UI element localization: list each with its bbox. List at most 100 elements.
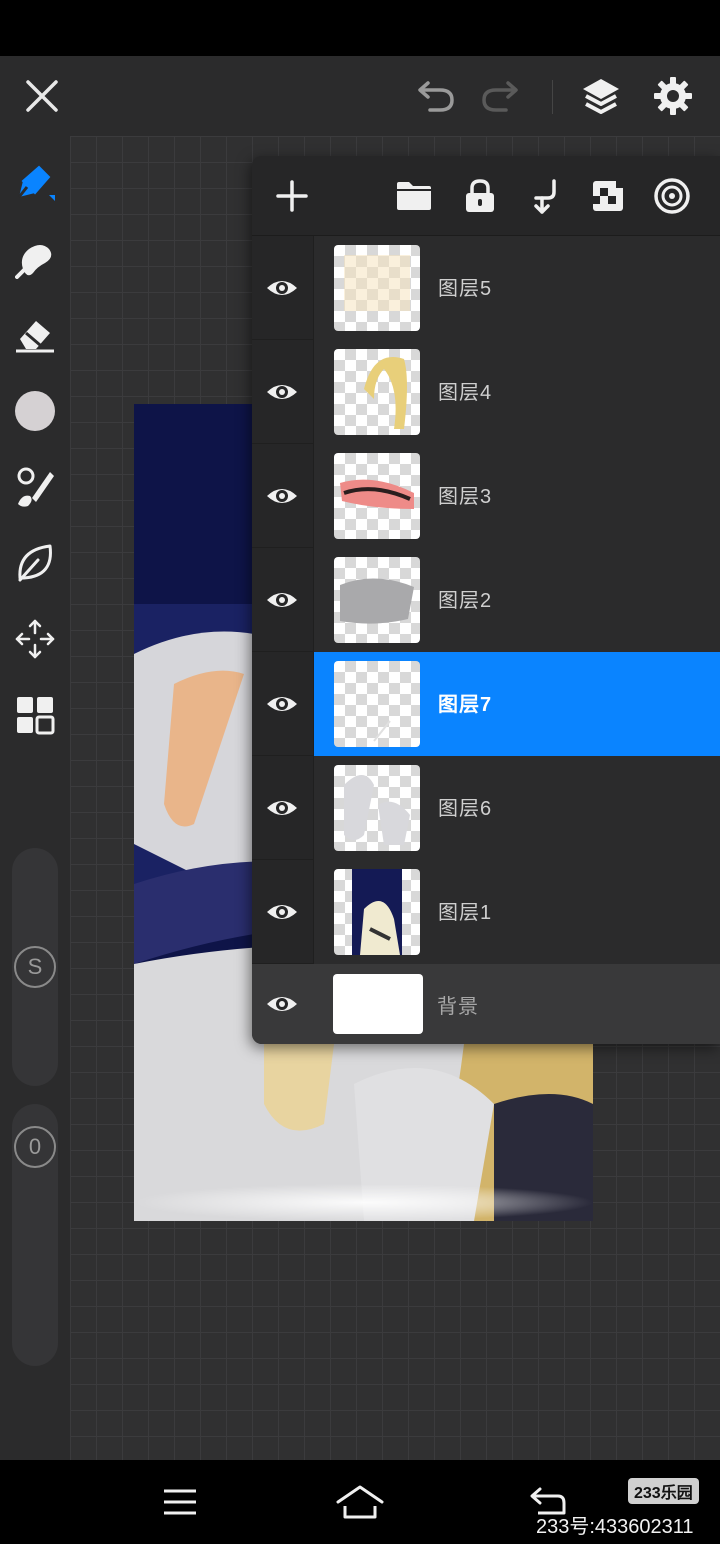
- add-layer-button[interactable]: [266, 170, 318, 222]
- pen-tool-button[interactable]: [8, 156, 62, 210]
- eye-icon: [267, 593, 297, 607]
- left-toolbar: S 0: [0, 136, 70, 1460]
- layer-name: 图层5: [438, 278, 493, 300]
- color-swatch-button[interactable]: [8, 384, 62, 438]
- merge-down-button[interactable]: [518, 170, 570, 222]
- transparency-lock-button[interactable]: [582, 170, 634, 222]
- smudge-icon: [15, 245, 52, 279]
- layer-thumbnail-art: [364, 357, 407, 429]
- layer-row[interactable]: 图层1: [252, 860, 720, 964]
- layers-panel: 图层5 图层4 图层3 图层2 图层7 图层6 图层1 背景: [252, 156, 720, 1044]
- layer-item[interactable]: 背景: [313, 964, 720, 1044]
- eraser-icon: [16, 321, 54, 353]
- top-toolbar: [0, 56, 720, 136]
- drawing-app: S 0 图层5 图层4 图层3 图层2 图层7 图层6 图层1 背景: [0, 56, 720, 1460]
- layer-name: 图层3: [438, 486, 493, 508]
- layer-name: 背景: [437, 996, 479, 1018]
- layer-visibility-toggle[interactable]: [252, 340, 312, 444]
- watermark-logo: 233乐园: [628, 1478, 699, 1504]
- layer-item[interactable]: 图层6: [313, 756, 720, 860]
- watermark-id: 233号:433602311: [536, 1516, 694, 1538]
- eye-icon: [267, 281, 297, 295]
- layer-thumbnail-art: [344, 775, 410, 845]
- layer-row[interactable]: 图层4: [252, 340, 720, 444]
- layer-item[interactable]: 图层7: [313, 652, 720, 756]
- layer-thumbnail-art: [340, 578, 414, 624]
- blend-mode-button[interactable]: [646, 170, 698, 222]
- size-slider-knob[interactable]: S: [14, 946, 56, 988]
- layer-row[interactable]: 图层2: [252, 548, 720, 652]
- layer-name: 图层2: [438, 590, 493, 612]
- layer-visibility-toggle[interactable]: [252, 860, 312, 964]
- layer-thumbnail: [334, 661, 420, 747]
- lock-button[interactable]: [454, 170, 506, 222]
- layer-visibility-toggle[interactable]: [252, 444, 312, 548]
- folder-button[interactable]: [388, 170, 440, 222]
- background-layer-row[interactable]: 背景: [252, 964, 720, 1044]
- layer-visibility-toggle[interactable]: [252, 964, 312, 1044]
- layer-visibility-toggle[interactable]: [252, 652, 312, 756]
- opacity-slider-label: 0: [28, 1134, 42, 1159]
- settings-button[interactable]: [645, 70, 701, 122]
- layer-item[interactable]: 图层5: [313, 236, 720, 340]
- layer-row[interactable]: 图层6: [252, 756, 720, 860]
- layer-thumbnail-art: [340, 479, 414, 509]
- add-icon: [276, 180, 308, 212]
- home-button[interactable]: [330, 1474, 390, 1530]
- layer-thumbnail: [334, 869, 420, 955]
- layer-row[interactable]: 图层3: [252, 444, 720, 548]
- layer-visibility-toggle[interactable]: [252, 756, 312, 860]
- brush-opacity-slider[interactable]: 0: [12, 1104, 58, 1366]
- size-slider-label: S: [27, 954, 43, 979]
- layer-row[interactable]: 图层7: [252, 652, 720, 756]
- opacity-slider-knob[interactable]: 0: [14, 1126, 56, 1168]
- redo-icon: [482, 81, 518, 112]
- layer-item[interactable]: 图层3: [313, 444, 720, 548]
- eye-icon: [267, 697, 297, 711]
- gallery-tool-button[interactable]: [8, 688, 62, 742]
- eye-icon: [267, 997, 297, 1011]
- layer-thumbnail-art: [352, 869, 402, 955]
- layer-item[interactable]: 图层2: [313, 548, 720, 652]
- status-bar: [0, 0, 720, 56]
- gear-icon: [654, 77, 692, 115]
- layer-visibility-toggle[interactable]: [252, 548, 312, 652]
- layer-name: 图层1: [438, 902, 493, 924]
- layer-thumbnail: [334, 453, 420, 539]
- folder-icon: [397, 182, 431, 210]
- menu-button[interactable]: [150, 1474, 210, 1530]
- layer-item[interactable]: 图层4: [313, 340, 720, 444]
- home-icon: [336, 1485, 384, 1519]
- eraser-tool-button[interactable]: [8, 308, 62, 362]
- transform-tool-button[interactable]: [8, 612, 62, 666]
- eye-icon: [267, 905, 297, 919]
- eye-icon: [267, 801, 297, 815]
- layer-visibility-toggle[interactable]: [252, 236, 312, 340]
- layer-item[interactable]: 图层1: [313, 860, 720, 964]
- lock-icon: [466, 179, 494, 212]
- blur-tool-button[interactable]: [8, 536, 62, 590]
- transparency-icon: [593, 181, 623, 211]
- layers-panel-toolbar: [252, 156, 720, 236]
- blend-icon: [654, 178, 690, 214]
- undo-button[interactable]: [408, 70, 464, 122]
- eye-icon: [267, 489, 297, 503]
- pen-icon: [17, 165, 55, 201]
- layers-icon: [583, 79, 619, 114]
- navigation-bar: 233乐园 233号:433602311: [0, 1460, 720, 1544]
- layer-thumbnail: [333, 974, 423, 1034]
- layer-thumbnail-art: [373, 720, 391, 742]
- layers-button[interactable]: [573, 70, 629, 122]
- leaf-icon: [18, 544, 52, 582]
- undo-icon: [418, 81, 454, 112]
- smudge-tool-button[interactable]: [8, 232, 62, 286]
- layer-name: 图层6: [438, 798, 493, 820]
- close-button[interactable]: [14, 70, 70, 122]
- close-icon: [26, 80, 58, 112]
- brush-tool-button[interactable]: [8, 460, 62, 514]
- layer-thumbnail-art: [344, 255, 410, 311]
- toolbar-divider: [552, 80, 553, 114]
- layer-row[interactable]: 图层5: [252, 236, 720, 340]
- redo-button[interactable]: [472, 70, 528, 122]
- brush-size-slider[interactable]: S: [12, 848, 58, 1086]
